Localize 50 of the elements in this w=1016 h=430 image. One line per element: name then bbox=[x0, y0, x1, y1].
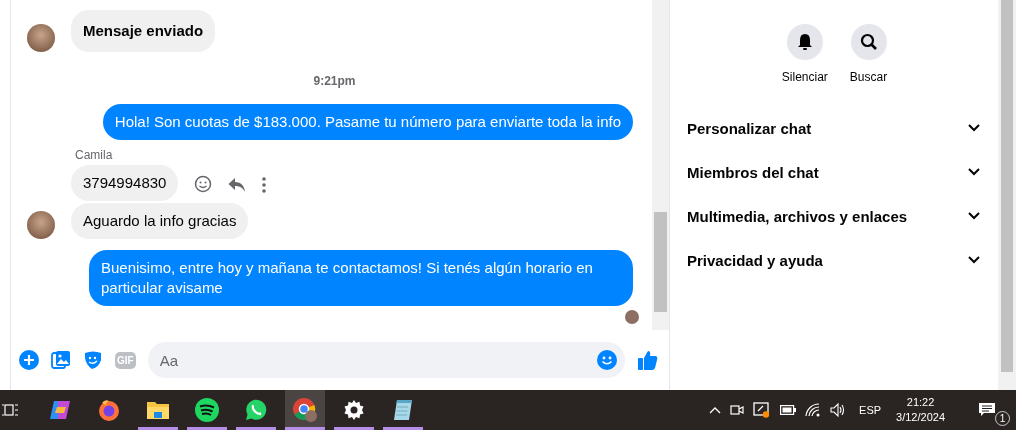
received-message: Mensaje enviado bbox=[71, 10, 216, 52]
search-icon bbox=[859, 33, 878, 51]
battery-icon[interactable] bbox=[780, 405, 797, 415]
bell-icon bbox=[796, 33, 813, 51]
section-header[interactable]: Privacidad y ayuda bbox=[687, 238, 982, 282]
sender-name: Camila bbox=[75, 148, 114, 162]
page-scrollbar[interactable] bbox=[998, 0, 1016, 390]
message-timestamp: 9:21pm bbox=[312, 74, 357, 88]
received-message: Aguardo la info gracias bbox=[71, 203, 249, 239]
mute-button[interactable] bbox=[786, 24, 823, 60]
scrollbar[interactable] bbox=[652, 0, 669, 330]
section-header[interactable]: Miembros del chat bbox=[687, 150, 982, 194]
camera-icon[interactable] bbox=[730, 403, 745, 417]
message-icon bbox=[978, 402, 996, 418]
smiley-icon[interactable] bbox=[194, 175, 213, 193]
thumbs-up-icon[interactable] bbox=[637, 349, 659, 371]
spotify-icon bbox=[195, 398, 219, 422]
gear-icon bbox=[343, 399, 365, 421]
copilot-icon bbox=[48, 398, 72, 422]
clock[interactable]: 21:22 3/12/2024 bbox=[896, 395, 945, 425]
received-message: 3794994830 bbox=[71, 165, 179, 201]
sent-message: Buenisimo, entre hoy y mañana te contactamos! Si tenés algún horario en particular avisame bbox=[89, 250, 633, 306]
image-icon[interactable] bbox=[51, 350, 71, 370]
sent-message: Hola! Son cuotas de $183.000. Pasame tu número para enviarte toda la info bbox=[102, 104, 633, 140]
reply-icon[interactable] bbox=[228, 177, 247, 193]
avatar bbox=[27, 24, 55, 52]
action-label: Buscar bbox=[849, 70, 888, 84]
chrome-icon bbox=[292, 397, 318, 423]
firefox-icon bbox=[97, 398, 121, 422]
whatsapp-icon bbox=[244, 398, 268, 422]
avatar bbox=[27, 211, 55, 239]
seen-avatar bbox=[625, 310, 639, 324]
plus-icon[interactable] bbox=[19, 350, 39, 370]
task-view-icon[interactable] bbox=[2, 402, 18, 418]
more-icon[interactable] bbox=[262, 177, 267, 193]
notification-button[interactable]: 1 bbox=[978, 394, 1010, 426]
sticker-icon[interactable] bbox=[83, 350, 103, 370]
folder-icon bbox=[146, 399, 170, 421]
language-indicator[interactable]: ESP bbox=[859, 404, 882, 416]
message-input[interactable]: Aa bbox=[147, 342, 625, 378]
section-header[interactable]: Multimedia, archivos y enlaces bbox=[687, 194, 982, 238]
action-label: Silenciar bbox=[781, 70, 828, 84]
chevron-up-icon[interactable] bbox=[709, 406, 722, 414]
notepad-icon bbox=[391, 398, 415, 422]
speaker-icon[interactable] bbox=[830, 403, 847, 417]
search-button[interactable] bbox=[850, 24, 887, 60]
section-header[interactable]: Personalizar chat bbox=[687, 106, 982, 150]
wifi-icon[interactable] bbox=[805, 403, 822, 417]
emoji-icon[interactable] bbox=[597, 350, 617, 370]
notification-count: 1 bbox=[995, 411, 1010, 426]
